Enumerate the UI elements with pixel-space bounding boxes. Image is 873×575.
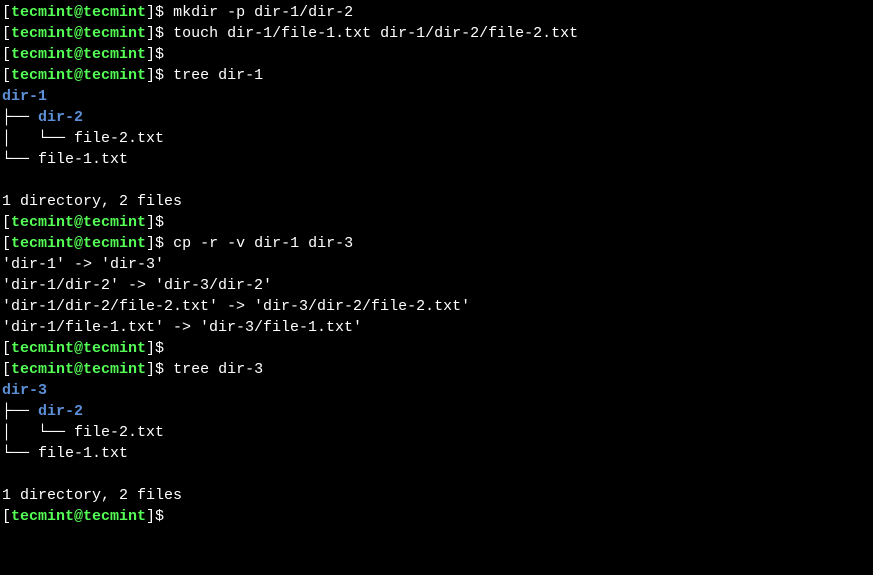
terminal-line[interactable]: [tecmint@tecmint]$ cp -r -v dir-1 dir-3 — [2, 233, 871, 254]
user-host: tecmint@tecmint — [11, 67, 146, 84]
bracket-open: [ — [2, 4, 11, 21]
tree-line: ├── dir-2 — [2, 401, 871, 422]
command-mkdir: mkdir -p dir-1/dir-2 — [164, 4, 353, 21]
tree-root: dir-1 — [2, 86, 871, 107]
user-host: tecmint@tecmint — [11, 25, 146, 42]
dir-name: dir-3 — [2, 382, 47, 399]
command-touch: touch dir-1/file-1.txt dir-1/dir-2/file-… — [164, 25, 578, 42]
bracket-close-dollar: ]$ — [146, 508, 164, 525]
terminal-line[interactable]: [tecmint@tecmint]$ — [2, 212, 871, 233]
cp-output-line: 'dir-1/dir-2' -> 'dir-3/dir-2' — [2, 275, 871, 296]
bracket-close-dollar: ]$ — [146, 67, 164, 84]
bracket-close-dollar: ]$ — [146, 361, 164, 378]
bracket-close-dollar: ]$ — [146, 235, 164, 252]
terminal-line[interactable]: [tecmint@tecmint]$ tree dir-1 — [2, 65, 871, 86]
tree-branch: ├── — [2, 403, 38, 420]
user-host: tecmint@tecmint — [11, 214, 146, 231]
user-host: tecmint@tecmint — [11, 340, 146, 357]
terminal-line[interactable]: [tecmint@tecmint]$ — [2, 338, 871, 359]
tree-file: │ └── file-2.txt — [2, 424, 164, 441]
bracket-close-dollar: ]$ — [146, 214, 164, 231]
bracket-open: [ — [2, 46, 11, 63]
terminal-line[interactable]: [tecmint@tecmint]$ touch dir-1/file-1.tx… — [2, 23, 871, 44]
tree-file: └── file-1.txt — [2, 445, 128, 462]
terminal-line[interactable]: [tecmint@tecmint]$ — [2, 506, 871, 527]
terminal-line[interactable]: [tecmint@tecmint]$ — [2, 44, 871, 65]
bracket-open: [ — [2, 340, 11, 357]
bracket-open: [ — [2, 235, 11, 252]
cp-output-line: 'dir-1' -> 'dir-3' — [2, 254, 871, 275]
bracket-close-dollar: ]$ — [146, 46, 164, 63]
bracket-open: [ — [2, 67, 11, 84]
tree-summary: 1 directory, 2 files — [2, 191, 871, 212]
tree-line: │ └── file-2.txt — [2, 422, 871, 443]
bracket-close-dollar: ]$ — [146, 25, 164, 42]
user-host: tecmint@tecmint — [11, 235, 146, 252]
cp-output-line: 'dir-1/file-1.txt' -> 'dir-3/file-1.txt' — [2, 317, 871, 338]
user-host: tecmint@tecmint — [11, 46, 146, 63]
bracket-open: [ — [2, 508, 11, 525]
tree-line: └── file-1.txt — [2, 443, 871, 464]
blank-line — [2, 170, 871, 191]
tree-file: │ └── file-2.txt — [2, 130, 164, 147]
tree-line: └── file-1.txt — [2, 149, 871, 170]
tree-branch: ├── — [2, 109, 38, 126]
bracket-close-dollar: ]$ — [146, 4, 164, 21]
bracket-open: [ — [2, 25, 11, 42]
user-host: tecmint@tecmint — [11, 361, 146, 378]
bracket-open: [ — [2, 214, 11, 231]
bracket-open: [ — [2, 361, 11, 378]
terminal-line[interactable]: [tecmint@tecmint]$ mkdir -p dir-1/dir-2 — [2, 2, 871, 23]
bracket-close-dollar: ]$ — [146, 340, 164, 357]
tree-file: └── file-1.txt — [2, 151, 128, 168]
cp-output-line: 'dir-1/dir-2/file-2.txt' -> 'dir-3/dir-2… — [2, 296, 871, 317]
dir-name: dir-2 — [38, 109, 83, 126]
tree-root: dir-3 — [2, 380, 871, 401]
dir-name: dir-1 — [2, 88, 47, 105]
user-host: tecmint@tecmint — [11, 4, 146, 21]
command-tree3: tree dir-3 — [164, 361, 263, 378]
command-tree1: tree dir-1 — [164, 67, 263, 84]
blank-line — [2, 464, 871, 485]
tree-summary: 1 directory, 2 files — [2, 485, 871, 506]
user-host: tecmint@tecmint — [11, 508, 146, 525]
command-cp: cp -r -v dir-1 dir-3 — [164, 235, 353, 252]
tree-line: ├── dir-2 — [2, 107, 871, 128]
tree-line: │ └── file-2.txt — [2, 128, 871, 149]
dir-name: dir-2 — [38, 403, 83, 420]
terminal-line[interactable]: [tecmint@tecmint]$ tree dir-3 — [2, 359, 871, 380]
